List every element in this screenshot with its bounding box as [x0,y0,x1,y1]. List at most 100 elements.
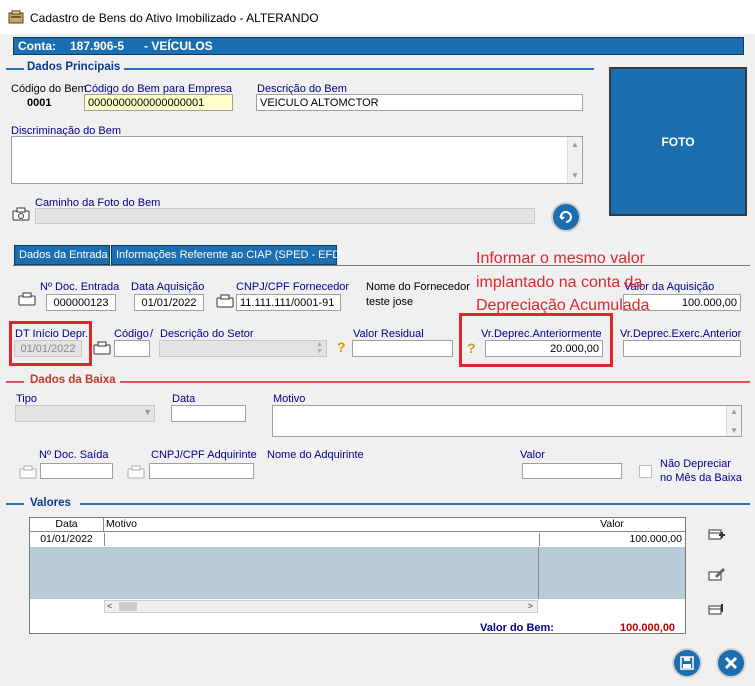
section-line [124,68,594,70]
doc-saida-label: Nº Doc. Saída [39,449,109,461]
setor-spin-icon[interactable]: ▲ ▼ [316,341,323,355]
window-title: Cadastro de Bens do Ativo Imobilizado - … [30,11,319,25]
section-line [6,381,24,383]
nao-depreciar-label-1: Não Depreciar [660,458,731,470]
close-button[interactable] [716,648,746,678]
table-cell-valor: 100.000,00 [539,533,682,546]
codigo-empresa-field[interactable]: 0000000000000000001 [84,94,233,111]
nome-adq-label: Nome do Adquirinte [267,449,364,461]
doc-saida-field[interactable] [40,463,113,479]
account-label: Conta: [18,39,56,53]
add-row-icon[interactable] [707,526,727,542]
nao-depreciar-label-2: no Mês da Baixa [660,472,742,484]
discriminacao-field[interactable]: ▲ ▼ [11,136,583,184]
dt-inicio-label: DT Início Depr. [15,328,89,340]
descricao-field[interactable]: VEICULO ALTOMCTOR [256,94,583,111]
scroll-thumb[interactable] [119,602,137,611]
slash-label: / [150,328,154,340]
doc-entrada-label: Nº Doc. Entrada [40,281,120,293]
valor-residual-field[interactable] [352,340,453,357]
dt-inicio-field[interactable]: 01/01/2022 [14,340,82,357]
table-row[interactable]: 01/01/2022 100.000,00 [30,532,685,546]
refresh-icon [559,211,572,223]
question-icon[interactable]: ? [467,340,476,356]
codigo-bem-value: 0001 [27,97,52,109]
cnpj-search-icon[interactable] [215,293,235,309]
account-number: 187.906-5 [70,39,125,53]
account-bar: Conta: 187.906-5 - VEÍCULOS [13,37,744,55]
photo-panel[interactable]: FOTO [609,67,747,216]
edit-row-icon[interactable] [707,566,727,582]
section-line [6,68,24,70]
scroll-down-icon[interactable]: ▼ [571,171,579,180]
scroll-down-icon[interactable]: ▼ [730,426,738,435]
data-aquisicao-field[interactable]: 01/01/2022 [134,294,204,311]
scroll-up-icon[interactable]: ▲ [730,407,738,416]
account-name: - VEÍCULOS [144,39,213,53]
fornecedor-value: teste jose [366,296,414,308]
vr-deprec-exerc-label: Vr.Deprec.Exerc.Anterior [620,328,742,340]
setor-search-icon[interactable] [92,340,112,356]
vr-deprec-ant-label: Vr.Deprec.Anteriormente [481,328,602,340]
doc-saida-search-icon[interactable] [18,464,38,480]
annotation-line-1: Informar o mesmo valor [476,250,645,267]
doc-entrada-field[interactable]: 000000123 [46,294,116,311]
column-header-motivo[interactable]: Motivo [104,518,541,532]
motivo-scrollbar[interactable]: ▲ ▼ [726,406,741,436]
scroll-left-icon[interactable]: < [107,601,112,611]
caminho-foto-field[interactable] [35,208,535,224]
fornecedor-label: Nome do Fornecedor [366,281,470,293]
discriminacao-scrollbar[interactable]: ▲ ▼ [567,137,582,183]
save-icon [680,656,694,670]
annotation-line-2: implantado na conta da [476,274,643,291]
cnpj-adq-field[interactable] [149,463,254,479]
horizontal-scrollbar[interactable]: < > [104,600,538,613]
tab-ciap[interactable]: Informações Referente ao CIAP (SPED - EF… [111,245,344,265]
camera-icon[interactable] [11,206,31,222]
delete-row-icon[interactable] [707,600,727,616]
column-header-valor[interactable]: Valor [539,518,685,532]
save-button[interactable] [672,648,702,678]
valor-residual-label: Valor Residual [353,328,424,340]
section-dados-principais: Dados Principais [27,61,121,73]
vr-deprec-ant-field[interactable]: 20.000,00 [485,340,603,357]
column-divider [538,547,539,599]
section-dados-baixa: Dados da Baixa [30,374,116,386]
doc-entrada-search-icon[interactable] [17,291,37,307]
codigo-setor-label: Código [114,328,149,340]
cnpj-adq-search-icon[interactable] [126,464,146,480]
refresh-photo-button[interactable] [551,202,581,232]
cnpj-fornecedor-field[interactable]: 11.111.111/0001-91 [236,294,341,311]
section-line [80,503,750,505]
tipo-select[interactable]: ▼ [15,405,155,422]
valor-baixa-field[interactable] [522,463,622,479]
desc-setor-label: Descrição do Setor [160,328,254,340]
section-line [120,381,750,383]
data-baixa-field[interactable] [171,405,246,422]
valor-baixa-label: Valor [520,449,545,461]
title-bar: Cadastro de Bens do Ativo Imobilizado - … [0,0,755,34]
data-baixa-label: Data [172,393,196,405]
table-cell-motivo [104,533,539,546]
motivo-label: Motivo [273,393,306,405]
section-line [6,503,24,505]
vr-deprec-exerc-field[interactable] [623,340,741,357]
section-valores: Valores [30,497,71,509]
cnpj-fornecedor-label: CNPJ/CPF Fornecedor [236,281,350,293]
cnpj-adq-label: CNPJ/CPF Adquirinte [151,449,257,461]
valores-table: Data Motivo Valor 01/01/2022 100.000,00 … [29,517,686,634]
window: Cadastro de Bens do Ativo Imobilizado - … [0,0,755,686]
valor-bem-label: Valor do Bem: [480,622,554,634]
scroll-right-icon[interactable]: > [528,601,533,611]
question-icon[interactable]: ? [337,339,346,355]
chevron-down-icon[interactable]: ▼ [143,407,152,417]
codigo-bem-label: Código do Bem [11,83,87,95]
tab-dados-entrada[interactable]: Dados da Entrada [14,245,110,265]
scroll-up-icon[interactable]: ▲ [571,140,579,149]
nao-depreciar-checkbox[interactable] [639,465,652,478]
desc-setor-field[interactable]: ▲ ▼ [159,340,327,357]
codigo-setor-field[interactable] [114,340,150,357]
valor-bem-value: 100.000,00 [620,622,676,634]
column-header-data[interactable]: Data [30,518,104,532]
motivo-field[interactable]: ▲ ▼ [272,405,742,437]
